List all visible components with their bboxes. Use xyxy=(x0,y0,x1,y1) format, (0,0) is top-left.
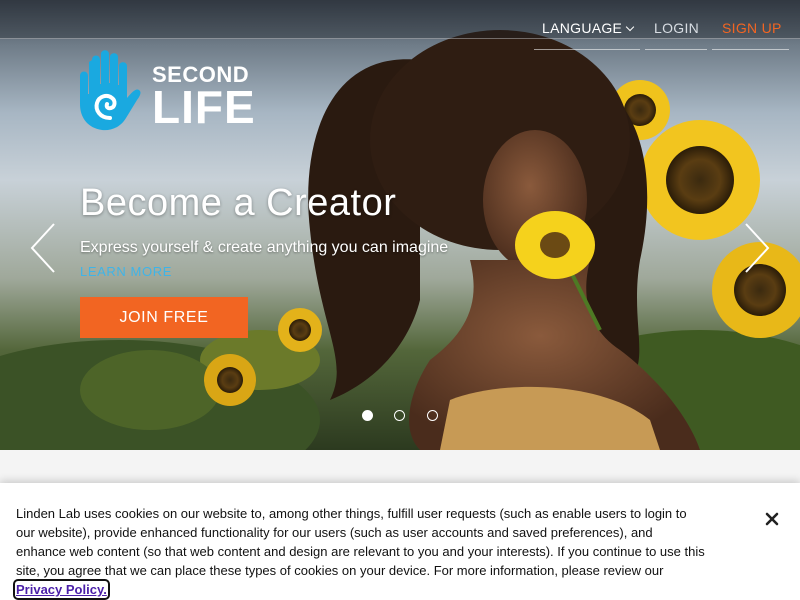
carousel-dot-1[interactable] xyxy=(362,410,373,421)
hero-headline: Become a Creator xyxy=(80,182,397,224)
chevron-left-icon[interactable] xyxy=(26,222,62,274)
language-label: LANGUAGE xyxy=(542,20,623,36)
chevron-down-icon xyxy=(625,22,635,32)
carousel-dot-2[interactable] xyxy=(394,410,405,421)
hand-spiral-icon[interactable] xyxy=(80,50,142,132)
language-underline xyxy=(534,49,640,50)
login-underline xyxy=(645,49,707,50)
hero-subheadline: Express yourself & create anything you c… xyxy=(80,239,449,256)
trademark-symbol: ™ xyxy=(247,120,253,126)
cookie-banner: Linden Lab uses cookies on our website t… xyxy=(0,483,800,600)
cookie-text: Linden Lab uses cookies on our website t… xyxy=(16,506,705,578)
cookie-message: Linden Lab uses cookies on our website t… xyxy=(13,504,706,600)
signup-underline xyxy=(712,49,789,50)
login-link[interactable]: LOGIN xyxy=(654,20,699,36)
carousel-dot-3[interactable] xyxy=(427,410,438,421)
signup-link[interactable]: SIGN UP xyxy=(722,20,782,36)
chevron-right-icon[interactable] xyxy=(740,222,776,274)
privacy-policy-link[interactable]: Privacy Policy. xyxy=(13,579,110,600)
hero-banner: LANGUAGE LOGIN SIGN UP SECOND LIFE ™ Bec… xyxy=(0,0,800,450)
close-icon[interactable] xyxy=(762,509,782,529)
language-menu[interactable]: LANGUAGE xyxy=(542,20,635,36)
learn-more-link[interactable]: LEARN MORE xyxy=(80,264,172,279)
logo-text-life: LIFE xyxy=(152,81,256,133)
join-free-button[interactable]: JOIN FREE xyxy=(80,297,248,338)
